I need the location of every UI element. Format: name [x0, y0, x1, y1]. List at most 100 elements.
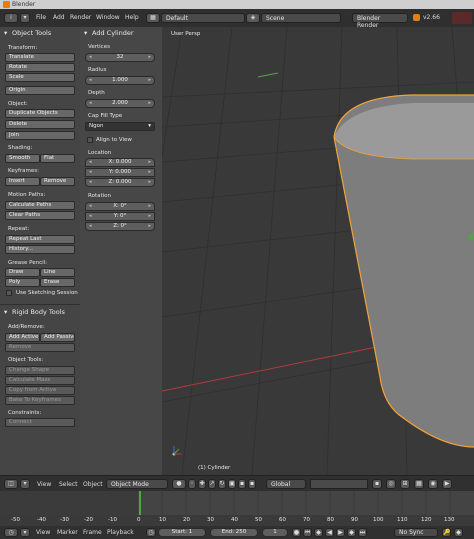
rigid-body-tools-header[interactable]: Rigid Body Tools [12, 308, 65, 316]
menu-window[interactable]: Window [96, 14, 120, 21]
panel-collapse-icon[interactable]: ▾ [84, 29, 87, 37]
decrement-icon[interactable]: ◂ [89, 203, 92, 210]
cap-fill-type-dropdown[interactable]: Ngon ▾ [85, 122, 155, 131]
decrement-icon[interactable]: ◂ [89, 54, 92, 61]
menu-object[interactable]: Object [83, 481, 103, 488]
pivot-point-icon[interactable]: ◦ [188, 479, 196, 489]
header-collapse-icon[interactable]: ▾ [20, 479, 30, 489]
proportional-edit-icon[interactable]: ◎ [386, 479, 396, 489]
scale-button[interactable]: Scale [5, 73, 75, 82]
snap-element-icon[interactable]: ▦ [414, 479, 424, 489]
poly-button[interactable]: Poly [5, 278, 40, 287]
header-collapse-icon[interactable]: ▾ [20, 528, 30, 537]
location-y-field[interactable]: ◂ Y: 0.000 ▸ [85, 168, 155, 177]
rotate-button[interactable]: Rotate [5, 63, 75, 72]
depth-field[interactable]: ◂ 2.000 ▸ [85, 99, 155, 108]
play-icon[interactable]: ▶ [336, 528, 345, 537]
decrement-icon[interactable]: ◂ [89, 159, 92, 166]
radius-field[interactable]: ◂ 1.000 ▸ [85, 76, 155, 85]
increment-icon[interactable]: ▸ [148, 179, 151, 186]
menu-help[interactable]: Help [125, 14, 139, 21]
sync-mode-selector[interactable]: No Sync [394, 528, 438, 537]
increment-icon[interactable]: ▸ [148, 54, 151, 61]
add-cylinder-header[interactable]: Add Cylinder [92, 29, 134, 37]
keying-set-icon[interactable]: 🔑 [442, 528, 451, 537]
scale-manipulator-icon[interactable]: ▣ [228, 479, 236, 489]
menu-add[interactable]: Add [53, 14, 65, 21]
menu-frame[interactable]: Frame [83, 529, 102, 536]
snap-icon[interactable]: ⊞ [400, 479, 410, 489]
render-engine-selector[interactable]: Blender Render [352, 13, 408, 29]
connect-button[interactable]: Connect [5, 418, 75, 427]
increment-icon[interactable]: ▸ [148, 203, 151, 210]
smooth-button[interactable]: Smooth [5, 154, 40, 163]
layout-selector[interactable]: Default [161, 13, 245, 23]
editor-type-3d-icon[interactable]: ◫ [4, 479, 18, 489]
align-to-view-checkbox[interactable] [87, 137, 93, 143]
menu-view[interactable]: View [36, 529, 50, 536]
copy-from-active-button[interactable]: Copy from Active [5, 386, 75, 395]
keyframe-type-icon[interactable]: ◆ [454, 528, 463, 537]
layer-buttons[interactable] [310, 479, 368, 489]
mode-selector[interactable]: Object Mode [106, 479, 168, 489]
play-reverse-icon[interactable]: ◀ [325, 528, 334, 537]
translate-manipulator-icon[interactable]: ↗ [208, 479, 216, 489]
viewport-shading-icon[interactable]: ● [172, 479, 186, 489]
vertices-field[interactable]: ◂ 32 ▸ [85, 53, 155, 62]
add-passive-button[interactable]: Add Passive [40, 333, 75, 342]
next-keyframe-icon[interactable]: ◆ [347, 528, 356, 537]
duplicate-objects-button[interactable]: Duplicate Objects [5, 109, 75, 118]
menu-select[interactable]: Select [59, 481, 78, 488]
decrement-icon[interactable]: ◂ [89, 223, 92, 230]
current-frame-field[interactable]: 1 [262, 528, 288, 537]
header-collapse-icon[interactable]: ▾ [20, 13, 30, 23]
bake-to-keyframes-button[interactable]: Bake To Keyframes [5, 396, 75, 405]
scene-selector[interactable]: Scene [261, 13, 341, 23]
rotation-z-field[interactable]: ◂ Z: 0° ▸ [85, 222, 155, 231]
calculate-paths-button[interactable]: Calculate Paths [5, 201, 75, 210]
translate-button[interactable]: Translate [5, 53, 75, 62]
editor-type-timeline-icon[interactable]: ◷ [4, 528, 18, 537]
calculate-mass-button[interactable]: Calculate Mass [5, 376, 75, 385]
record-icon[interactable]: ● [292, 528, 301, 537]
join-button[interactable]: Join [5, 131, 75, 140]
rotation-y-field[interactable]: ◂ Y: 0° ▸ [85, 212, 155, 221]
location-x-field[interactable]: ◂ X: 0.000 ▸ [85, 158, 155, 167]
decrement-icon[interactable]: ◂ [89, 77, 92, 84]
menu-playback[interactable]: Playback [107, 529, 134, 536]
panel-collapse-icon[interactable]: ▾ [4, 308, 7, 316]
render-opengl-icon[interactable]: ◉ [428, 479, 438, 489]
menu-view[interactable]: View [37, 481, 51, 488]
prev-keyframe-icon[interactable]: ◆ [314, 528, 323, 537]
clear-paths-button[interactable]: Clear Paths [5, 211, 75, 220]
remove-keyframe-button[interactable]: Remove [40, 177, 75, 186]
transform-orientation-selector[interactable]: Global [266, 479, 306, 489]
insert-keyframe-button[interactable]: Insert [5, 177, 40, 186]
location-z-field[interactable]: ◂ Z: 0.000 ▸ [85, 178, 155, 187]
start-frame-field[interactable]: Start: 1 [158, 528, 206, 537]
increment-icon[interactable]: ▸ [148, 223, 151, 230]
erase-button[interactable]: Erase [40, 278, 75, 287]
add-active-button[interactable]: Add Active [5, 333, 40, 342]
increment-icon[interactable]: ▸ [148, 159, 151, 166]
timeline-editor[interactable]: -50 -40 -30 -20 -10 0 10 20 30 40 50 60 … [0, 491, 474, 526]
menu-render[interactable]: Render [70, 14, 91, 21]
flat-button[interactable]: Flat [40, 154, 75, 163]
preview-range-icon[interactable]: ◷ [146, 528, 156, 537]
delete-button[interactable]: Delete [5, 120, 75, 129]
rotation-x-field[interactable]: ◂ X: 0° ▸ [85, 202, 155, 211]
jump-start-icon[interactable]: ⏮ [303, 528, 312, 537]
origin-button[interactable]: Origin [5, 86, 75, 95]
jump-end-icon[interactable]: ⏭ [358, 528, 367, 537]
manipulator-toggle-icon[interactable]: ✚ [198, 479, 206, 489]
decrement-icon[interactable]: ◂ [89, 179, 92, 186]
draw-button[interactable]: Draw [5, 268, 40, 277]
viewport-canvas[interactable] [162, 27, 474, 475]
end-frame-field[interactable]: End: 250 [210, 528, 258, 537]
decrement-icon[interactable]: ◂ [89, 100, 92, 107]
decrement-icon[interactable]: ◂ [89, 169, 92, 176]
change-shape-button[interactable]: Change Shape [5, 366, 75, 375]
sketching-session-checkbox[interactable] [6, 290, 12, 296]
layout-icon[interactable]: ▦ [146, 13, 160, 23]
layer-lock-icon[interactable]: ▪ [372, 479, 382, 489]
